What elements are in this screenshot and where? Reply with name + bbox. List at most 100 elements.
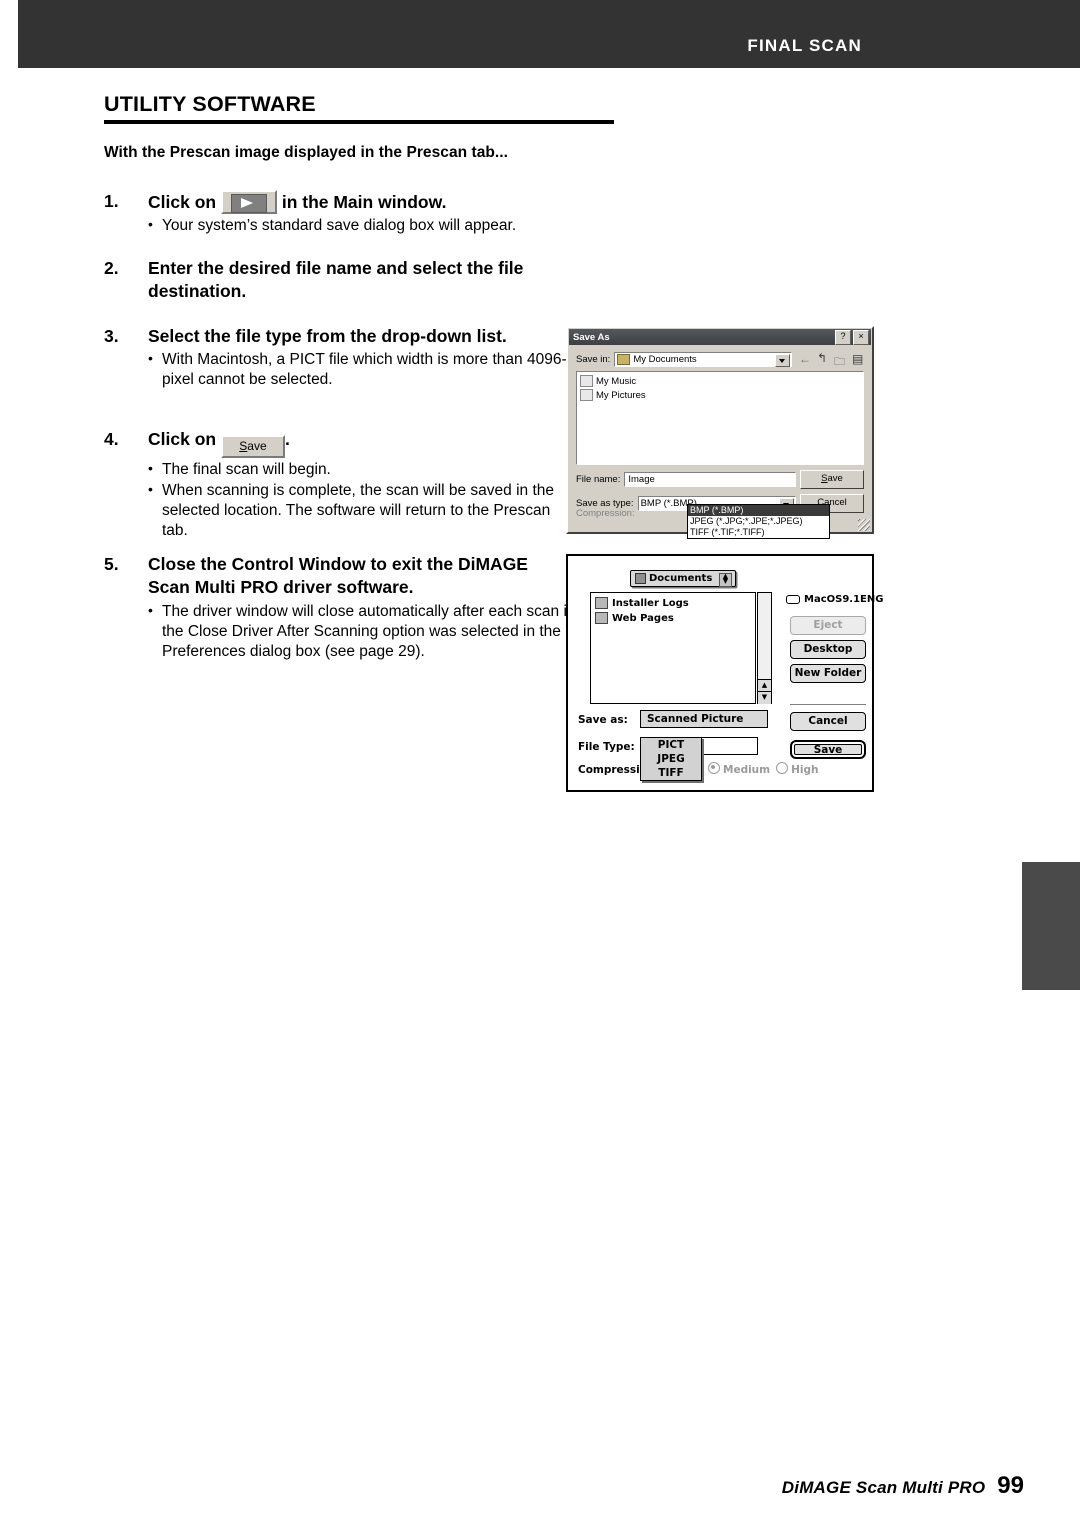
save-as-label: Save as: — [578, 714, 628, 726]
views-icon[interactable] — [852, 352, 866, 366]
eject-button[interactable]: Eject — [790, 616, 866, 635]
chevron-updown-icon: ▲ ▼ — [719, 573, 732, 587]
step-1-bullets: Your system’s standard save dialog box w… — [104, 215, 574, 236]
list-item[interactable]: My Pictures — [580, 389, 863, 401]
save-in-row: Save in: My Documents — [568, 346, 872, 372]
dialog-title-bar: Save As ? × — [569, 329, 871, 345]
list-item: With Macintosh, a PICT file which width … — [104, 349, 574, 390]
compression-label-disabled: Compression: — [576, 508, 635, 519]
location-popup-label: Documents — [649, 573, 713, 584]
step-3-bullets: With Macintosh, a PICT file which width … — [104, 349, 574, 390]
folder-icon — [635, 573, 646, 584]
step-4-title-before: Click on — [148, 429, 217, 449]
step-1-number: 1. — [104, 191, 119, 211]
dropdown-option-bmp[interactable]: BMP (*.BMP) — [688, 505, 829, 516]
button-divider — [790, 704, 866, 705]
file-type-option-jpeg[interactable]: JPEG — [641, 752, 701, 766]
file-name: Installer Logs — [612, 597, 689, 609]
file-name: My Music — [596, 375, 637, 387]
step-4-title: Click on Save. — [148, 428, 574, 458]
folder-icon — [595, 612, 608, 624]
step-3-number: 3. — [104, 326, 119, 346]
windows-save-as-dialog: Save As ? × Save in: My Documents My Mus… — [566, 326, 874, 539]
back-arrow-icon[interactable] — [798, 352, 812, 366]
step-2-number: 2. — [104, 258, 119, 278]
file-type-popup-menu[interactable]: PICT JPEG TIFF — [640, 737, 702, 781]
folder-icon — [580, 375, 593, 387]
macintosh-save-dialog: Documents ▲ ▼ Installer Logs Web Pages ▲ … — [566, 554, 883, 792]
step-5: 5. Close the Control Window to exit the … — [104, 553, 574, 661]
close-icon[interactable]: × — [853, 329, 869, 345]
intro-text: With the Prescan image displayed in the … — [104, 144, 508, 161]
file-list[interactable]: Installer Logs Web Pages — [590, 592, 756, 704]
save-button[interactable]: Save — [800, 470, 864, 489]
file-type-dropdown[interactable]: BMP (*.BMP) JPEG (*.JPG;*.JPE;*.JPEG) TI… — [687, 504, 830, 539]
step-3-heading: 3. Select the file type from the drop-do… — [104, 325, 574, 348]
new-folder-button[interactable]: New Folder — [790, 664, 866, 683]
list-item[interactable]: Web Pages — [595, 612, 755, 624]
folder-icon — [580, 389, 593, 401]
compression-option-high[interactable]: High — [776, 762, 819, 776]
file-type-option-pict[interactable]: PICT — [641, 738, 701, 752]
page-number: 99 — [997, 1472, 1024, 1499]
resize-grip[interactable] — [858, 519, 870, 531]
step-4-number: 4. — [104, 429, 119, 449]
cancel-button[interactable]: Cancel — [790, 712, 866, 731]
step-2-heading: 2. Enter the desired file name and selec… — [104, 257, 574, 304]
file-type-option-tiff[interactable]: TIFF — [641, 766, 701, 780]
radio-unselected-icon — [776, 762, 789, 774]
location-popup-menu[interactable]: Documents ▲ ▼ — [630, 570, 736, 587]
file-list-scrollbar[interactable]: ▲ ▼ — [757, 592, 772, 704]
list-item: The final scan will begin. — [104, 459, 574, 480]
volume-label: MacOS9.1ENG — [804, 594, 884, 605]
step-4-heading: 4. Click on Save. — [104, 428, 574, 458]
save-in-label: Save in: — [576, 354, 611, 365]
step-4-title-after: . — [284, 429, 290, 449]
save-in-combo[interactable]: My Documents — [614, 352, 792, 367]
list-item: Your system’s standard save dialog box w… — [104, 215, 574, 236]
file-list[interactable]: My Music My Pictures — [576, 371, 864, 465]
save-button-icon[interactable]: Save — [220, 435, 285, 458]
chevron-down-icon[interactable] — [775, 354, 790, 367]
save-button[interactable]: Save — [790, 740, 866, 759]
step-1-title-before: Click on — [148, 192, 217, 212]
step-5-heading: 5. Close the Control Window to exit the … — [104, 553, 574, 600]
dropdown-option-tiff[interactable]: TIFF (*.TIF;*.TIFF) — [688, 527, 829, 538]
compression-options: Medium High — [708, 762, 819, 776]
compression-option-medium[interactable]: Medium — [708, 762, 770, 776]
step-1-title: Click on in the Main window. — [148, 190, 574, 214]
step-3: 3. Select the file type from the drop-do… — [104, 325, 574, 390]
dialog-toolbar — [798, 351, 866, 372]
step-3-title: Select the file type from the drop-down … — [148, 326, 507, 346]
file-name-label: File name: — [576, 474, 621, 485]
step-5-number: 5. — [104, 554, 119, 574]
folder-icon — [617, 354, 631, 365]
save-as-input[interactable]: Scanned Picture — [640, 710, 768, 728]
file-name: My Pictures — [596, 389, 646, 401]
folder-icon — [595, 597, 608, 609]
step-1: 1. Click on in the Main window. Your sys… — [104, 190, 574, 236]
heading-divider — [104, 120, 614, 124]
chapter-thumb-tab — [1022, 862, 1080, 990]
dialog-title: Save As — [573, 331, 610, 343]
help-icon[interactable]: ? — [835, 329, 851, 345]
up-folder-icon[interactable] — [816, 351, 830, 366]
new-folder-icon[interactable] — [834, 353, 848, 372]
scroll-down-icon[interactable]: ▼ — [758, 691, 771, 704]
desktop-button[interactable]: Desktop — [790, 640, 866, 659]
page-header-title: FINAL SCAN — [747, 36, 862, 55]
file-name-input[interactable]: Image — [624, 472, 796, 487]
list-item[interactable]: Installer Logs — [595, 597, 755, 609]
play-arrow-icon — [230, 194, 267, 213]
save-button-rest: ave — [247, 439, 267, 453]
step-1-title-after: in the Main window. — [281, 192, 447, 212]
list-item[interactable]: My Music — [580, 375, 863, 387]
dropdown-option-jpeg[interactable]: JPEG (*.JPG;*.JPE;*.JPEG) — [688, 516, 829, 527]
step-1-heading: 1. Click on in the Main window. — [104, 190, 574, 214]
step-2-title: Enter the desired file name and select t… — [148, 258, 524, 302]
step-5-bullets: The driver window will close automatical… — [104, 601, 574, 662]
page-header-bar — [18, 0, 1080, 68]
file-name-row: File name: Image Save — [568, 465, 872, 489]
page-title: UTILITY SOFTWARE — [104, 92, 316, 116]
scan-button-icon[interactable] — [220, 190, 277, 214]
